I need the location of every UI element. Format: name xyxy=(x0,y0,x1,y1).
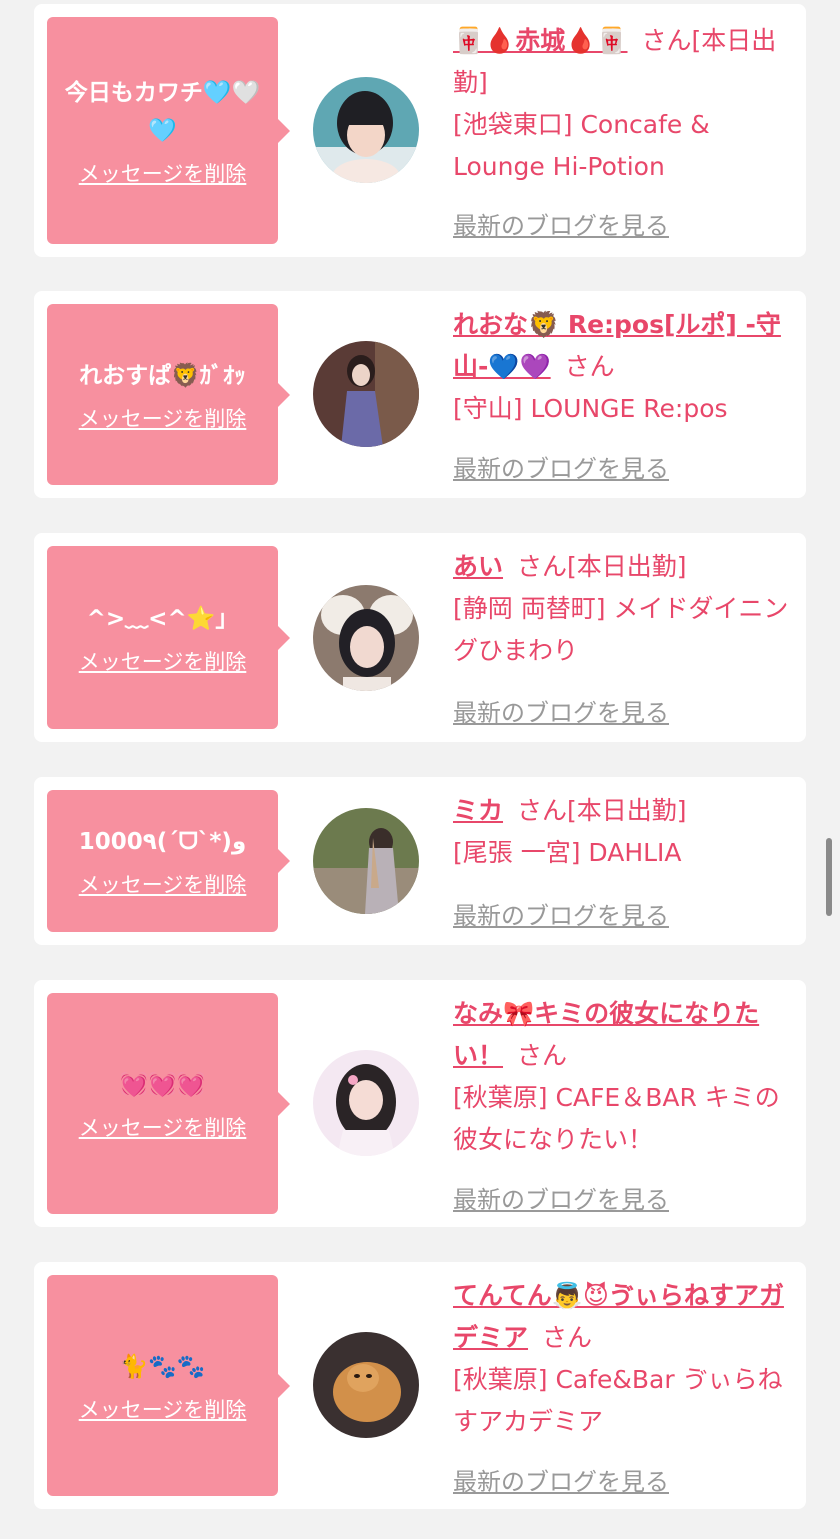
latest-blog-link[interactable]: 最新のブログを見る xyxy=(453,896,669,931)
message-bubble: ^>﹏<^⭐️」 メッセージを削除 xyxy=(47,546,290,729)
message-text: 🐈🐾🐾 xyxy=(119,1353,206,1380)
shop-name: [池袋東口] Concafe & Lounge Hi-Potion xyxy=(453,110,710,181)
message-bubble: 💓💓💓 メッセージを削除 xyxy=(47,993,290,1214)
honorific: さん xyxy=(517,1041,568,1070)
cast-info: なみ🎀キミの彼女になりたい！ さん [秋葉原] CAFE＆BAR キミの彼女になり… xyxy=(453,993,793,1161)
cast-name-link[interactable]: れおな🦁 Re:pos[ルポ] -守山-💙💜 xyxy=(453,310,781,381)
favorite-card: れおすぱ🦁ｶﾞｵｯ メッセージを削除 れおな🦁 Re:pos[ルポ] -守山-💙… xyxy=(34,291,806,498)
favorite-card: ^>﹏<^⭐️」 メッセージを削除 あい さん[本日出勤] [静岡 両替町] メイ… xyxy=(34,533,806,742)
favorite-card: 🐈🐾🐾 メッセージを削除 てんてん👼😈ゔぃらねすアガデミア さん [秋葉原] Ca… xyxy=(34,1262,806,1509)
honorific: さん xyxy=(517,796,568,825)
latest-blog-link[interactable]: 最新のブログを見る xyxy=(453,1462,669,1497)
message-text: 💓💓💓 xyxy=(119,1071,206,1098)
avatar[interactable] xyxy=(313,585,419,691)
shop-name: [守山] LOUNGE Re:pos xyxy=(453,394,728,423)
avatar[interactable] xyxy=(313,341,419,447)
delete-message-link[interactable]: メッセージを削除 xyxy=(79,403,247,433)
message-text: 今日もカワチ🩵🤍🩵 xyxy=(64,79,261,144)
avatar[interactable] xyxy=(313,77,419,183)
avatar[interactable] xyxy=(313,1332,419,1438)
scrollbar[interactable] xyxy=(826,838,832,916)
cast-name-link[interactable]: ミカ xyxy=(453,796,503,825)
cast-info: ミカ さん[本日出勤] [尾張 一宮] DAHLIA xyxy=(453,790,793,874)
avatar[interactable] xyxy=(313,1050,419,1156)
honorific: さん xyxy=(517,552,568,581)
avatar[interactable] xyxy=(313,808,419,914)
message-bubble: れおすぱ🦁ｶﾞｵｯ メッセージを削除 xyxy=(47,304,290,485)
work-status: [本日出勤] xyxy=(567,796,687,825)
cast-name-link[interactable]: なみ🎀キミの彼女になりたい！ xyxy=(453,999,759,1070)
message-bubble: 🐈🐾🐾 メッセージを削除 xyxy=(47,1275,290,1496)
message-text: 1000٩(´ᗜ`*)و xyxy=(78,829,247,855)
cast-info: てんてん👼😈ゔぃらねすアガデミア さん [秋葉原] Cafe&Bar ゔぃらねすア… xyxy=(453,1275,793,1443)
favorite-card: 今日もカワチ🩵🤍🩵 メッセージを削除 🀄🩸赤城🩸🀄 さん[本日出勤] [池袋東口]… xyxy=(34,4,806,257)
latest-blog-link[interactable]: 最新のブログを見る xyxy=(453,1180,669,1215)
shop-name: [尾張 一宮] DAHLIA xyxy=(453,838,682,867)
latest-blog-link[interactable]: 最新のブログを見る xyxy=(453,449,669,484)
shop-name: [秋葉原] CAFE＆BAR キミの彼女になりたい！ xyxy=(453,1083,780,1154)
delete-message-link[interactable]: メッセージを削除 xyxy=(79,1112,247,1142)
shop-name: [静岡 両替町] メイドダイニングひまわり xyxy=(453,594,789,665)
shop-name: [秋葉原] Cafe&Bar ゔぃらねすアカデミア xyxy=(453,1365,783,1436)
cast-info: れおな🦁 Re:pos[ルポ] -守山-💙💜 さん [守山] LOUNGE Re:… xyxy=(453,304,793,430)
message-bubble: 今日もカワチ🩵🤍🩵 メッセージを削除 xyxy=(47,17,290,244)
latest-blog-link[interactable]: 最新のブログを見る xyxy=(453,693,669,728)
latest-blog-link[interactable]: 最新のブログを見る xyxy=(453,206,669,241)
cast-info: 🀄🩸赤城🩸🀄 さん[本日出勤] [池袋東口] Concafe & Lounge H… xyxy=(453,20,793,188)
delete-message-link[interactable]: メッセージを削除 xyxy=(79,869,247,899)
cast-name-link[interactable]: あい xyxy=(453,552,503,581)
work-status: [本日出勤] xyxy=(567,552,687,581)
message-text: れおすぱ🦁ｶﾞｵｯ xyxy=(79,362,246,389)
cast-name-link[interactable]: 🀄🩸赤城🩸🀄 xyxy=(453,26,628,55)
favorite-card: 1000٩(´ᗜ`*)و メッセージを削除 ミカ さん[本日出勤] [尾張 一宮]… xyxy=(34,777,806,945)
message-text: ^>﹏<^⭐️」 xyxy=(86,605,239,632)
message-bubble: 1000٩(´ᗜ`*)و メッセージを削除 xyxy=(47,790,290,932)
delete-message-link[interactable]: メッセージを削除 xyxy=(79,646,247,676)
delete-message-link[interactable]: メッセージを削除 xyxy=(79,1394,247,1424)
cast-info: あい さん[本日出勤] [静岡 両替町] メイドダイニングひまわり xyxy=(453,546,793,672)
honorific: さん xyxy=(564,352,615,381)
honorific: さん xyxy=(542,1323,593,1352)
favorite-card: 💓💓💓 メッセージを削除 なみ🎀キミの彼女になりたい！ さん [秋葉原] CAFE… xyxy=(34,980,806,1227)
honorific: さん xyxy=(641,26,692,55)
cast-name-link[interactable]: てんてん👼😈ゔぃらねすアガデミア xyxy=(453,1281,784,1352)
delete-message-link[interactable]: メッセージを削除 xyxy=(79,158,247,188)
